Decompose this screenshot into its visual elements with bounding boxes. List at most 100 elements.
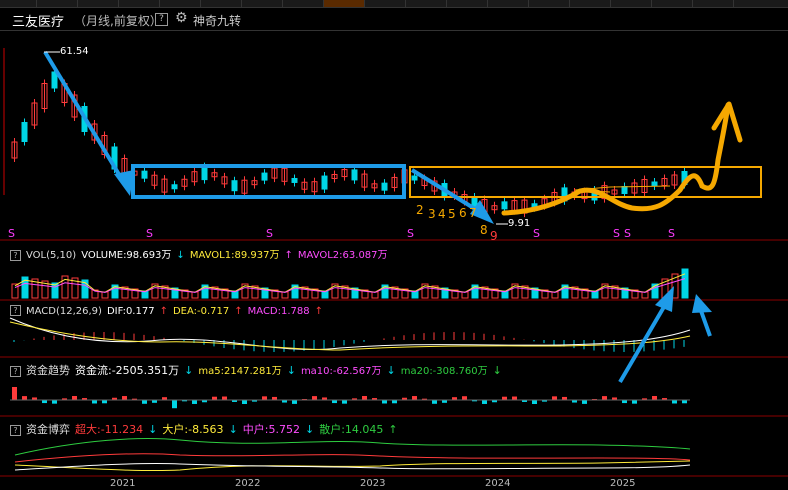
arrow-down-icon: ↓ — [228, 423, 238, 436]
candle-body — [231, 180, 238, 192]
fund-flow-bar — [432, 400, 437, 404]
big-value: 大户:-8.563 — [162, 423, 224, 436]
countdown-8: 8 — [480, 223, 488, 237]
high-price-label: 61.54 — [60, 46, 89, 57]
x-axis-label: 2025 — [610, 478, 636, 489]
countdown-6: 6 — [459, 206, 467, 220]
fund-flow-bar — [262, 396, 267, 400]
super-value: 超大:-11.234 — [75, 423, 144, 436]
arrow-down-icon: ↓ — [148, 423, 158, 436]
signal-marker: S — [266, 227, 273, 240]
fund-flow-bar — [582, 400, 587, 404]
fund-flow-bar — [602, 396, 607, 400]
candle-body — [651, 181, 658, 187]
candle-body — [321, 175, 328, 190]
ma10-value: ma10:-62.567万 — [300, 366, 382, 377]
countdown-9: 9 — [490, 229, 498, 243]
fund-game-line-green — [14, 438, 691, 456]
candle-body — [291, 177, 298, 183]
signal-marker: S — [8, 227, 15, 240]
arrow-down-icon: ↓ — [286, 364, 296, 377]
fund-game-line-red — [14, 453, 691, 463]
help-icon[interactable]: ? — [10, 305, 21, 316]
signal-marker: S — [613, 227, 620, 240]
countdown-4: 4 — [438, 207, 446, 221]
signal-marker: S — [146, 227, 153, 240]
vol-indicator[interactable]: VOL(5,10) — [26, 250, 76, 261]
fund-flow-bar — [512, 396, 517, 400]
help-icon[interactable]: ? — [10, 424, 21, 436]
fund-flow-bar — [312, 396, 317, 400]
arrow-up-icon: ↑ — [388, 423, 398, 436]
fund-flow-bar — [672, 400, 677, 404]
fund-flow-bars — [12, 387, 687, 409]
candle-body — [171, 184, 178, 190]
fund-game-header: ? 资金博弈 超大:-11.234 ↓ 大户:-8.563 ↓ 中户:5.752 ↓ 散户:14… — [10, 421, 403, 437]
fund-flow-bar — [192, 400, 197, 404]
countdown-3: 3 — [428, 207, 436, 221]
signal-marker: S — [407, 227, 414, 240]
fund-flow-bar — [292, 400, 297, 404]
arrow-up-icon: ↑ — [284, 250, 293, 261]
macd-indicator[interactable]: MACD(12,26,9) — [26, 306, 102, 317]
dif-value: DIF:0.177 — [106, 305, 155, 317]
candle-body — [261, 172, 268, 181]
consolidation-box — [131, 164, 406, 199]
fund-flow-bar — [52, 400, 57, 404]
vol-value: VOLUME:98.693万 — [81, 250, 172, 261]
arrow-up-icon: ↑ — [234, 305, 243, 317]
arrow-down-icon: ↓ — [304, 423, 315, 436]
help-icon[interactable]: ? — [10, 365, 21, 377]
fund-flow-bar — [412, 396, 417, 400]
fund-game-indicator[interactable]: 资金博弈 — [26, 423, 70, 436]
dea-value: DEA:-0.717 — [172, 305, 230, 317]
signal-marker: S — [624, 227, 631, 240]
x-axis-label: 2022 — [235, 478, 261, 489]
ma20-value: ma20:-308.760万 — [400, 366, 488, 377]
x-axis-label: 2024 — [485, 478, 511, 489]
fund-flow-bar — [482, 400, 487, 404]
down-arrow-1 — [43, 50, 128, 188]
volume-header: ? VOL(5,10) VOLUME:98.693万 ↓ MAVOL1:89.937万 ↑… — [10, 246, 393, 261]
candle-body — [501, 201, 508, 210]
fund-flow-bar — [172, 400, 177, 409]
candle-body — [381, 182, 388, 191]
volume-bar — [11, 283, 19, 299]
ma5-value: ma5:2147.281万 — [198, 366, 282, 377]
low-price-label: 9.91 — [508, 218, 531, 229]
fund-flow-bar — [552, 396, 557, 400]
x-axis-label: 2021 — [110, 478, 136, 489]
mid-value: 中户:5.752 — [242, 423, 300, 436]
help-icon[interactable]: ? — [10, 249, 21, 261]
fund-game-line-yellow — [14, 460, 691, 472]
x-axis-label: 2023 — [360, 478, 386, 489]
fund-flow-bar — [142, 400, 147, 404]
fund-flow-bar — [462, 396, 467, 400]
candle-body — [21, 122, 28, 142]
dif-line — [9, 317, 691, 350]
arrow-down-icon: ↓ — [386, 364, 396, 377]
arrow-up-icon: ↑ — [159, 305, 168, 317]
fund-flow-bar — [72, 396, 77, 400]
macd-header: ? MACD(12,26,9) DIF:0.177 ↑ DEA:-0.717 ↑ MACD:… — [10, 305, 328, 317]
volume-arrow-2-head — [692, 294, 712, 313]
signal-marker: S — [668, 227, 675, 240]
fund-flow-bar — [22, 396, 27, 400]
arrow-down-icon: ↓ — [176, 250, 185, 261]
fund-flow-bar — [382, 400, 387, 404]
volume-bars — [11, 268, 689, 299]
arrow-down-icon: ↓ — [184, 364, 194, 377]
fund-flow-bar — [532, 400, 537, 404]
macd-value: MACD:1.788 — [247, 305, 310, 317]
candle-body — [411, 175, 418, 181]
candle-body — [141, 170, 148, 179]
fund-flow-bar — [362, 396, 367, 400]
arrow-up-icon: ↑ — [314, 305, 324, 317]
mavol2-value: MAVOL2:63.087万 — [297, 250, 388, 261]
fund-trend-indicator[interactable]: 资金趋势 — [26, 364, 70, 377]
mavol1-value: MAVOL1:89.937万 — [189, 250, 280, 261]
fund-flow-value: 资金流:-2505.351万 — [75, 364, 180, 377]
fund-flow-bar — [342, 400, 347, 404]
fund-flow-bar — [632, 400, 637, 404]
fund-trend-header: ? 资金趋势 资金流:-2505.351万 ↓ ma5:2147.281万 ↓ ma10:-… — [10, 362, 507, 378]
